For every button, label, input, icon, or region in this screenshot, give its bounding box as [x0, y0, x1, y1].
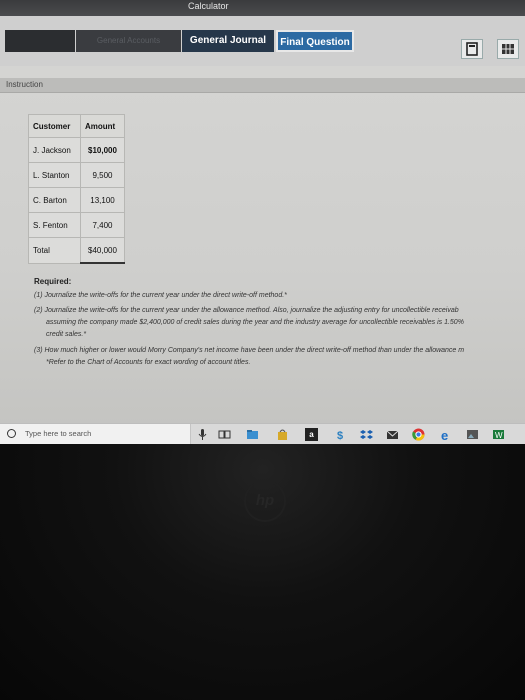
file-explorer-icon[interactable] [246, 428, 259, 441]
window-title[interactable]: Calculator [188, 1, 229, 11]
cell-total-label: Total [28, 237, 81, 264]
tab-bar: General Accounts General Journal Final Q… [0, 16, 525, 66]
table-row: S. Fenton 7,400 [28, 212, 125, 238]
required-heading: Required: [34, 277, 72, 286]
tab-final-question[interactable]: Final Question [276, 30, 354, 52]
tab-general-accounts[interactable]: General Accounts [76, 30, 181, 52]
amazon-app-icon[interactable]: a [305, 428, 318, 441]
phone-icon[interactable] [461, 39, 483, 59]
cell-amount: 13,100 [80, 187, 125, 213]
microphone-icon[interactable] [196, 428, 209, 441]
svg-text:e: e [441, 428, 448, 441]
required-item-3: (3) How much higher or lower would Morry… [34, 347, 465, 354]
cell-total-amount: $40,000 [80, 237, 125, 264]
table-row: J. Jackson $10,000 [28, 137, 125, 163]
required-note: *Refer to the Chart of Accounts for exac… [46, 359, 251, 366]
dollar-app-icon[interactable]: $ [334, 428, 347, 441]
table-header-row: Customer Amount [28, 114, 125, 138]
instruction-label: Instruction [6, 80, 43, 89]
window-titlebar: Calculator [0, 0, 525, 16]
laptop-bezel: hp [0, 444, 525, 700]
dropbox-icon[interactable] [360, 428, 373, 441]
cell-customer: C. Barton [28, 187, 81, 213]
search-placeholder[interactable]: Type here to search [25, 429, 91, 438]
header-amount: Amount [80, 114, 125, 138]
photos-icon[interactable] [466, 428, 479, 441]
svg-text:$: $ [337, 430, 343, 441]
header-customer: Customer [28, 114, 81, 138]
grid-icon[interactable] [497, 39, 519, 59]
hp-logo: hp [244, 480, 286, 522]
windows-taskbar: Type here to search a $ e W [0, 423, 525, 444]
spreadsheet-app-icon[interactable]: W [492, 428, 505, 441]
tab-blank[interactable] [5, 30, 75, 52]
task-view-icon[interactable] [218, 428, 231, 441]
cell-amount: 7,400 [80, 212, 125, 238]
instruction-header: Instruction [0, 78, 525, 93]
cell-amount: 9,500 [80, 162, 125, 188]
instruction-content: Customer Amount J. Jackson $10,000 L. St… [0, 93, 525, 423]
required-item-1: (1) Journalize the write-offs for the cu… [34, 292, 287, 299]
search-box[interactable]: Type here to search [0, 424, 191, 444]
required-item-2-cont: assuming the company made $2,400,000 of … [46, 319, 464, 326]
cell-customer: S. Fenton [28, 212, 81, 238]
tab-general-journal[interactable]: General Journal [182, 30, 274, 52]
required-item-2-cont: credit sales.* [46, 331, 87, 338]
cortana-icon[interactable] [7, 429, 16, 438]
cell-customer: J. Jackson [28, 137, 81, 163]
chrome-icon[interactable] [412, 428, 425, 441]
required-item-2: (2) Journalize the write-offs for the cu… [34, 307, 459, 314]
store-bag-icon[interactable] [276, 428, 289, 441]
svg-text:W: W [495, 431, 503, 440]
cell-amount: $10,000 [80, 137, 125, 163]
table-row: C. Barton 13,100 [28, 187, 125, 213]
edge-icon[interactable]: e [440, 428, 453, 441]
table-total-row: Total $40,000 [28, 237, 125, 264]
cell-customer: L. Stanton [28, 162, 81, 188]
mail-icon[interactable] [386, 428, 399, 441]
table-row: L. Stanton 9,500 [28, 162, 125, 188]
customer-table: Customer Amount J. Jackson $10,000 L. St… [28, 114, 125, 264]
screen: Calculator General Accounts General Jour… [0, 0, 525, 444]
